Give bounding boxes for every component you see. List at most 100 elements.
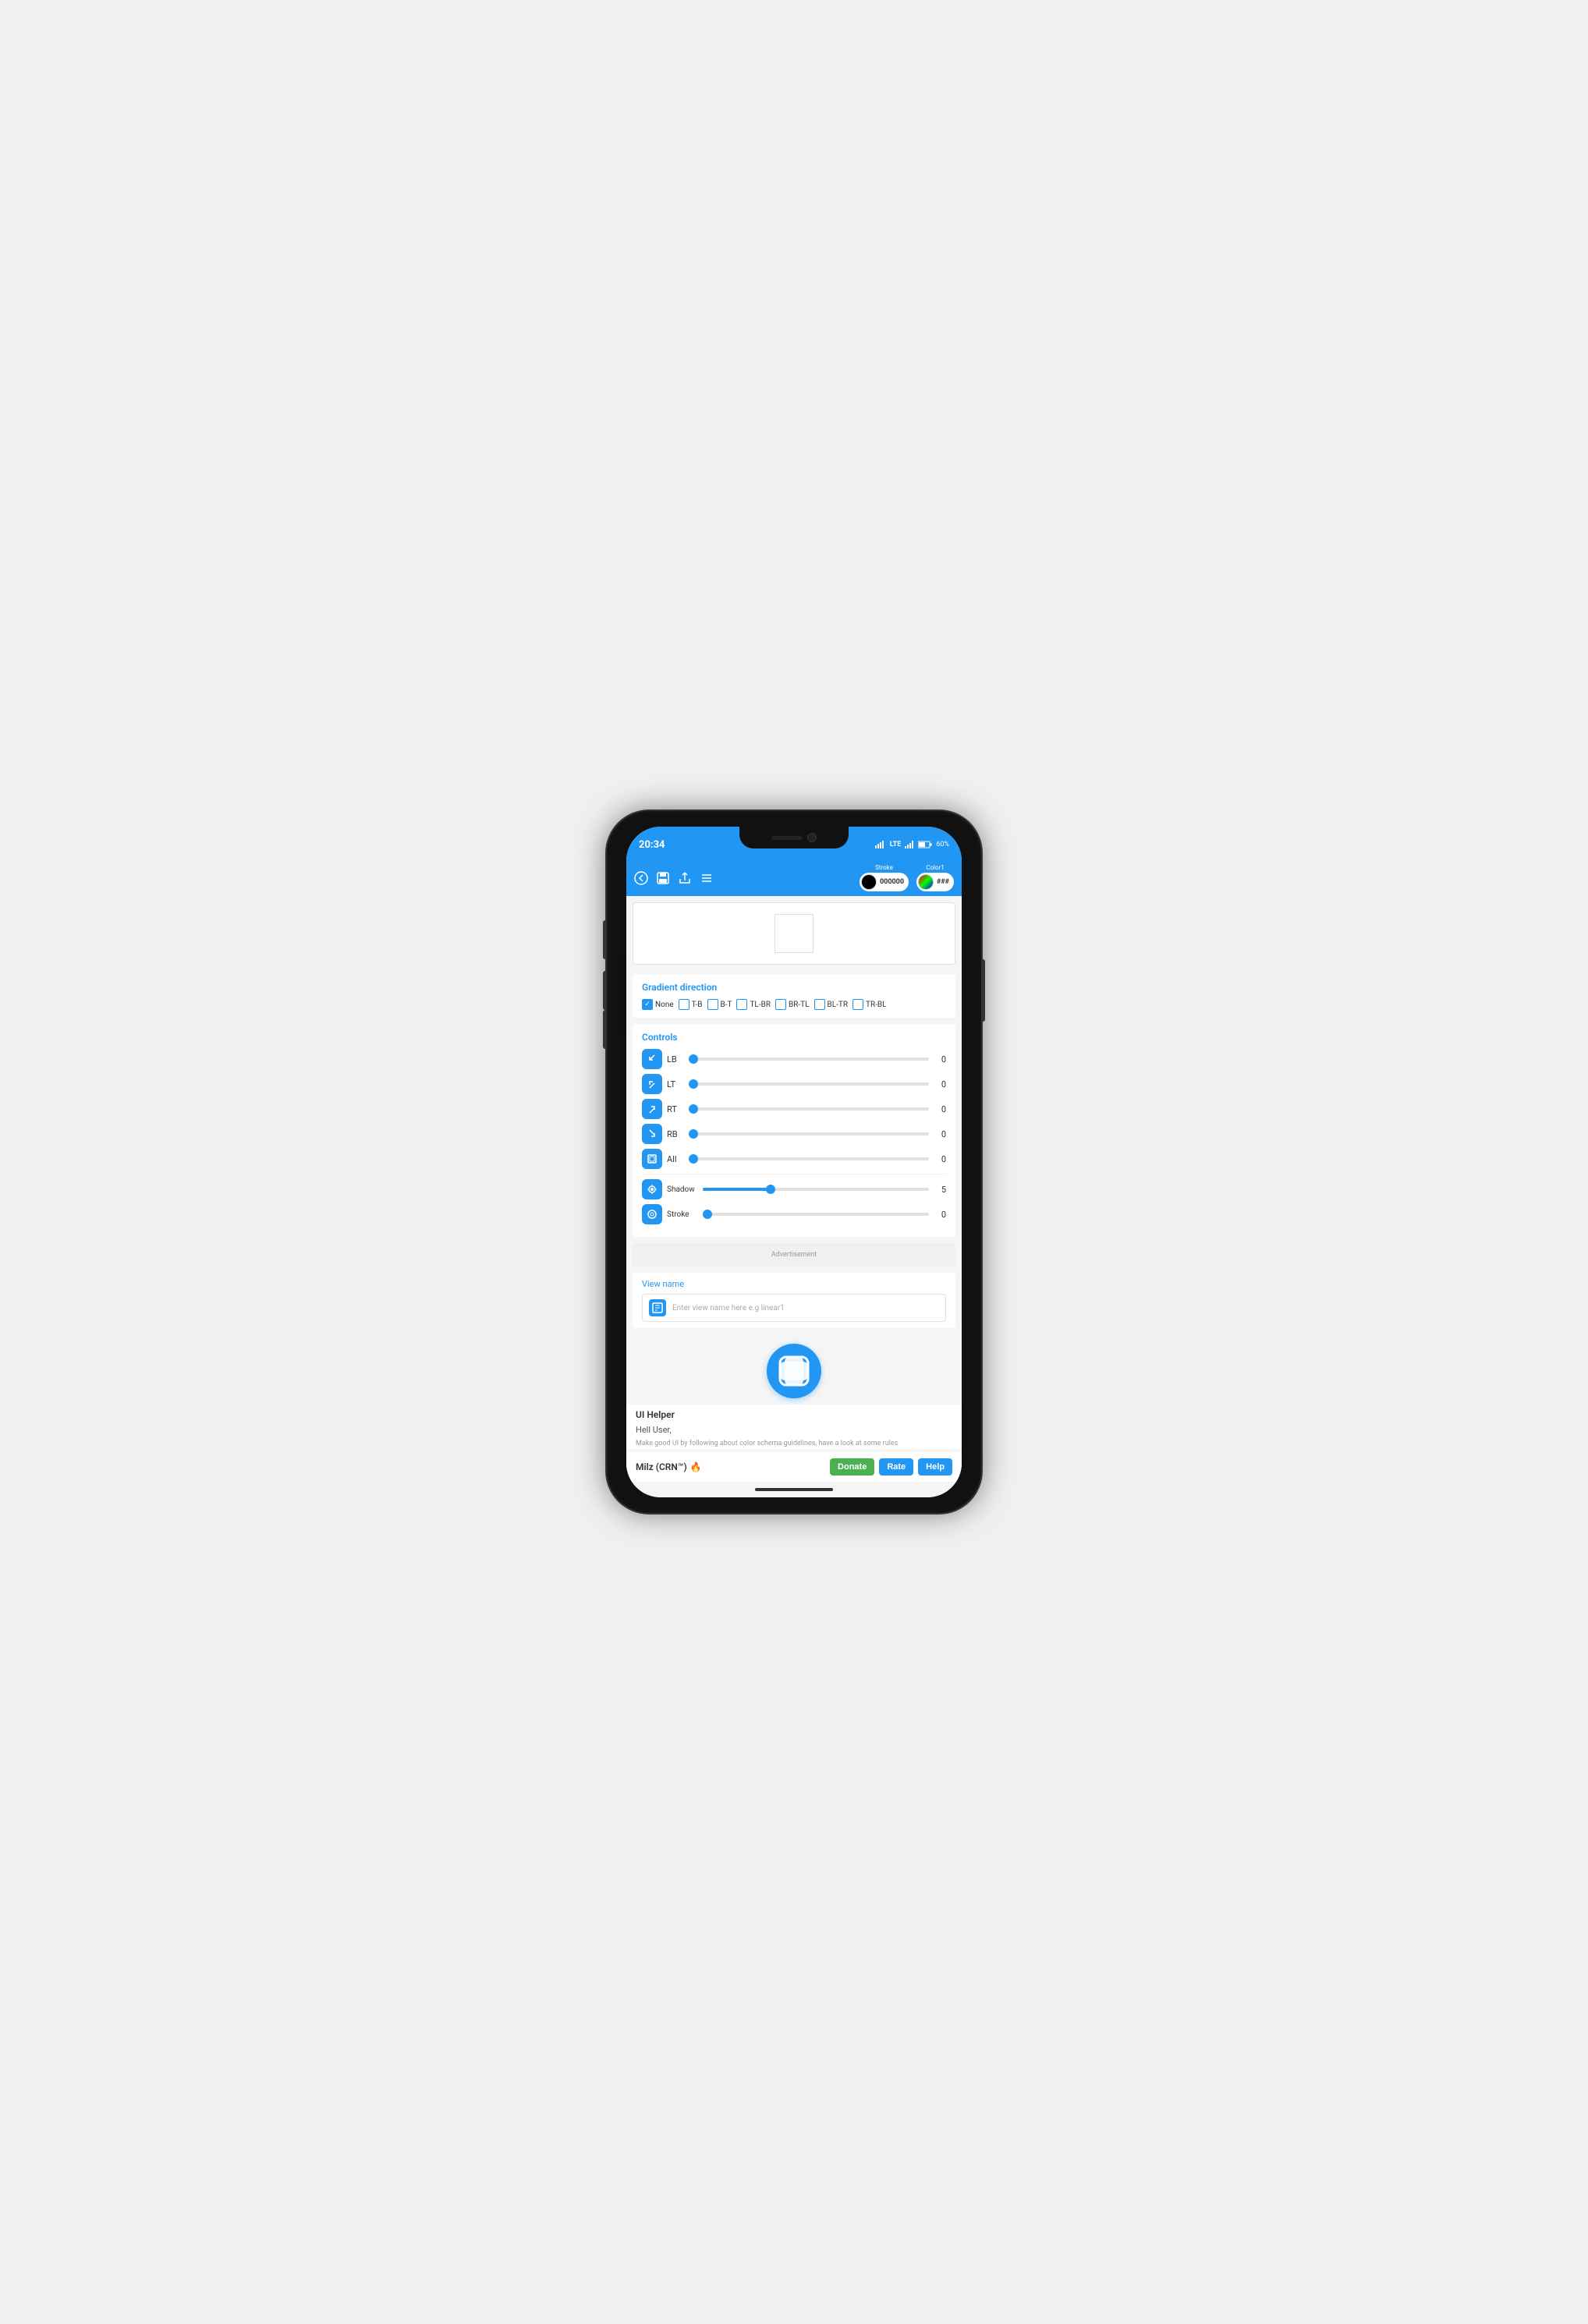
preview-area: [633, 902, 955, 965]
slider-value-rt: 0: [934, 1104, 946, 1114]
control-rb: RB 0: [642, 1124, 946, 1144]
app-logo: [767, 1344, 821, 1398]
slider-rt[interactable]: [689, 1107, 929, 1111]
slider-thumb-lt[interactable]: [689, 1079, 698, 1089]
control-label-all: All: [667, 1154, 684, 1164]
gradient-option-tb[interactable]: T-B: [679, 999, 703, 1010]
slider-thumb-stroke[interactable]: [703, 1210, 712, 1219]
control-stroke: Stroke 0: [642, 1204, 946, 1224]
controls-section: Controls LB 0: [633, 1024, 955, 1237]
home-indicator: [626, 1482, 962, 1497]
fire-emoji: 🔥: [690, 1461, 702, 1472]
speaker: [771, 836, 803, 840]
app-toolbar: Stroke 000000 Color1 ###: [626, 859, 962, 896]
home-bar: [755, 1488, 833, 1491]
app-name-text: UI Helper: [636, 1409, 675, 1420]
slider-value-lt: 0: [934, 1079, 946, 1089]
back-icon[interactable]: [634, 871, 648, 885]
color1-label: Color1: [926, 864, 944, 871]
help-button[interactable]: Help: [918, 1458, 952, 1476]
checkbox-trbl[interactable]: [852, 999, 863, 1010]
stroke-color-picker[interactable]: 000000: [860, 873, 909, 891]
battery-percent: 60%: [936, 841, 949, 848]
slider-thumb-rb[interactable]: [689, 1129, 698, 1139]
slider-all[interactable]: [689, 1157, 929, 1160]
input-icon: [649, 1299, 666, 1316]
bottom-bar: Milz (CRN™) 🔥 Donate Rate Help: [626, 1452, 962, 1482]
advertisement-label: Advertisement: [771, 1251, 817, 1259]
gradient-option-none[interactable]: None: [642, 999, 674, 1010]
control-rt: RT 0: [642, 1099, 946, 1119]
control-icon-lb[interactable]: [642, 1049, 662, 1069]
stroke-color-swatch: [861, 874, 877, 890]
status-icons: LTE 60%: [875, 841, 949, 848]
checkbox-none[interactable]: [642, 999, 653, 1010]
color1-swatch: [918, 874, 934, 890]
gradient-option-brtl[interactable]: BR-TL: [775, 999, 810, 1010]
control-icon-rb[interactable]: [642, 1124, 662, 1144]
control-icon-shadow[interactable]: [642, 1179, 662, 1199]
gradient-options: None T-B B-T TL-BR: [642, 999, 946, 1010]
gradient-title: Gradient direction: [642, 982, 946, 993]
control-icon-rt[interactable]: [642, 1099, 662, 1119]
author-name: Milz (CRN™) 🔥: [636, 1461, 702, 1472]
rate-button[interactable]: Rate: [879, 1458, 913, 1476]
slider-fill-shadow: [703, 1188, 771, 1191]
description-text: Make good UI by following about color sc…: [626, 1438, 962, 1449]
control-lt: LT 0: [642, 1074, 946, 1094]
gradient-option-tlbr[interactable]: TL-BR: [736, 999, 771, 1010]
checkbox-tlbr[interactable]: [736, 999, 747, 1010]
control-icon-stroke[interactable]: [642, 1204, 662, 1224]
slider-lt[interactable]: [689, 1082, 929, 1086]
view-name-input-row[interactable]: Enter view name here e.g linear1: [642, 1294, 946, 1322]
checkbox-bltr[interactable]: [814, 999, 825, 1010]
slider-rb[interactable]: [689, 1132, 929, 1135]
slider-thumb-shadow[interactable]: [766, 1185, 775, 1194]
gradient-option-bltr[interactable]: BL-TR: [814, 999, 849, 1010]
control-icon-lt[interactable]: [642, 1074, 662, 1094]
slider-value-stroke: 0: [934, 1210, 946, 1220]
donate-button[interactable]: Donate: [830, 1458, 874, 1476]
phone-device: 20:34 LTE: [607, 811, 981, 1513]
app-name-row: UI Helper: [636, 1409, 952, 1420]
wifi-icon: [875, 841, 886, 848]
main-content: Gradient direction None T-B B-T: [626, 896, 962, 1497]
menu-icon[interactable]: [700, 871, 714, 885]
slider-thumb-all[interactable]: [689, 1154, 698, 1164]
control-label-lb: LB: [667, 1054, 684, 1065]
control-shadow: Shadow 5: [642, 1179, 946, 1199]
slider-value-all: 0: [934, 1154, 946, 1164]
view-name-section: View name Enter view name here e.g linea…: [633, 1273, 955, 1328]
app-info-section: UI Helper: [626, 1405, 962, 1422]
slider-lb[interactable]: [689, 1057, 929, 1061]
control-icon-all[interactable]: [642, 1149, 662, 1169]
slider-value-rb: 0: [934, 1129, 946, 1139]
stroke-color-value: 000000: [880, 878, 904, 886]
view-name-placeholder[interactable]: Enter view name here e.g linear1: [672, 1304, 785, 1313]
checkbox-brtl[interactable]: [775, 999, 786, 1010]
control-label-rt: RT: [667, 1104, 684, 1114]
slider-stroke[interactable]: [703, 1213, 929, 1216]
slider-shadow[interactable]: [703, 1188, 929, 1191]
share-icon[interactable]: [678, 871, 692, 885]
save-icon[interactable]: [656, 871, 670, 885]
checkbox-bt[interactable]: [707, 999, 718, 1010]
stroke-label: Stroke: [875, 864, 893, 871]
notch: [739, 827, 849, 848]
greeting-text: Hell User,: [626, 1422, 962, 1438]
gradient-option-trbl[interactable]: TR-BL: [852, 999, 887, 1010]
author-text: Milz (CRN™): [636, 1461, 687, 1472]
notch-camera: [807, 833, 817, 842]
battery-icon: [918, 841, 932, 848]
control-label-shadow: Shadow: [667, 1185, 698, 1194]
slider-thumb-lb[interactable]: [689, 1054, 698, 1064]
status-bar: 20:34 LTE: [626, 827, 962, 859]
control-label-lt: LT: [667, 1079, 684, 1089]
color1-value: ###: [937, 878, 949, 886]
slider-thumb-rt[interactable]: [689, 1104, 698, 1114]
checkbox-tb[interactable]: [679, 999, 689, 1010]
color1-picker[interactable]: ###: [916, 873, 954, 891]
status-time: 20:34: [639, 839, 665, 851]
control-lb: LB 0: [642, 1049, 946, 1069]
gradient-option-bt[interactable]: B-T: [707, 999, 732, 1010]
